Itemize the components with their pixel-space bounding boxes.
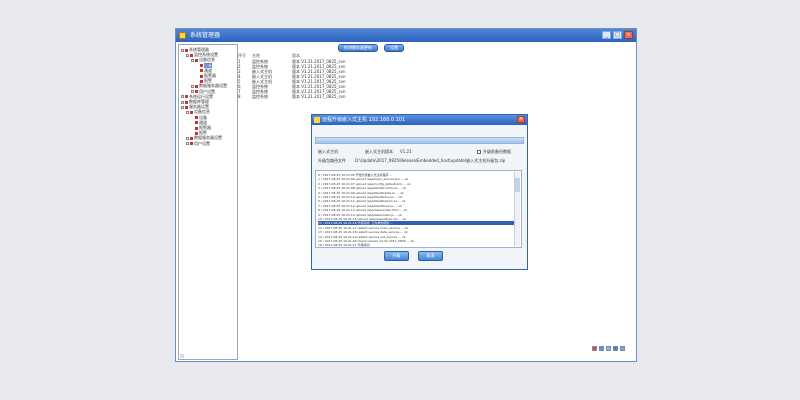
log-line[interactable]: 10 / 2017-08-25 10:21:15 upload /app/www… bbox=[318, 217, 514, 221]
tree-leaf-icon bbox=[196, 75, 199, 78]
navigation-tree[interactable]: 系统管理器 监控系统设置 设备信息 设备 通道 报警器 报警 数据服务器设置 用户设置 系统运行设… bbox=[178, 44, 238, 360]
collapse-icon[interactable] bbox=[191, 58, 194, 62]
log-line[interactable]: 13 / 2017-08-25 10:21:18 restart service… bbox=[318, 230, 514, 234]
field-version-value: V1.21 bbox=[400, 149, 412, 154]
log-scrollbar[interactable] bbox=[514, 172, 520, 246]
log-line[interactable]: 11 / 2017-08-25 10:21:16 升级完成, 正在重启服务 ..… bbox=[318, 221, 514, 226]
collapse-icon[interactable] bbox=[186, 53, 189, 57]
node-icon bbox=[195, 126, 198, 130]
close-button[interactable]: × bbox=[624, 31, 633, 39]
node-icon bbox=[185, 105, 188, 109]
row-name: 监控系统 bbox=[252, 94, 268, 99]
status-icons bbox=[592, 346, 625, 351]
node-icon bbox=[200, 74, 203, 78]
node-icon bbox=[190, 53, 193, 57]
title-bar[interactable]: 系统管理器 _ □ × bbox=[176, 29, 636, 42]
log-line[interactable]: 6 / 2017-08-25 10:21:11 upload /app/libs… bbox=[318, 199, 514, 203]
node-icon bbox=[185, 95, 188, 99]
minimize-button[interactable]: _ bbox=[602, 31, 611, 39]
log-line[interactable]: 1 / 2017-08-25 10:21:06 upload /app/main… bbox=[318, 177, 514, 181]
node-icon bbox=[200, 69, 203, 73]
node-icon bbox=[195, 116, 198, 120]
expand-icon[interactable] bbox=[191, 90, 194, 94]
node-icon bbox=[190, 142, 193, 146]
log-line[interactable]: 15 / 2017-08-25 10:21:20 check version V… bbox=[318, 239, 514, 243]
expand-icon[interactable] bbox=[181, 95, 184, 99]
upgrade-button[interactable]: 升级 bbox=[384, 251, 409, 261]
log-scroll-thumb[interactable] bbox=[515, 178, 520, 192]
status-user-icon[interactable] bbox=[613, 346, 618, 351]
upgrade-log[interactable]: 0 / 2017-08-25 10:21:05 开始升级嵌入式主机程序 ... 1… bbox=[315, 170, 522, 248]
log-line[interactable]: 12 / 2017-08-25 10:21:17 restart service… bbox=[318, 226, 514, 230]
expand-icon[interactable] bbox=[191, 84, 194, 88]
status-volume-icon[interactable] bbox=[606, 346, 611, 351]
tree-item-label: 用户设置 bbox=[194, 140, 210, 146]
collapse-icon[interactable] bbox=[186, 110, 189, 114]
screenshot-frame: 系统管理器 _ □ × 系统管理器 监控系统设置 设备信息 设备 通道 报警器 报警 数据服务… bbox=[0, 0, 800, 400]
collapse-icon[interactable] bbox=[181, 48, 184, 52]
log-line[interactable]: 5 / 2017-08-25 10:21:10 upload /app/libs… bbox=[318, 195, 514, 199]
tree-leaf-icon bbox=[191, 116, 194, 119]
progress-fill bbox=[316, 138, 523, 143]
upgrade-progress-bar bbox=[315, 137, 524, 144]
cancel-button[interactable]: 取消 bbox=[418, 251, 443, 261]
node-icon bbox=[195, 58, 198, 62]
column-header-index: 序号 bbox=[238, 53, 246, 58]
window-controls: _ □ × bbox=[602, 31, 633, 39]
field-device-label: 嵌入式主机 bbox=[318, 149, 338, 154]
backup-checkbox-label: 升级前备份数据 bbox=[483, 149, 511, 154]
path-value[interactable]: D:\Update\2017_0825\Release\Embedded_hos… bbox=[355, 158, 505, 163]
window-title: 系统管理器 bbox=[190, 32, 221, 39]
column-header-name: 名称 bbox=[252, 53, 260, 58]
row-index: 8 bbox=[238, 94, 241, 99]
node-icon bbox=[195, 90, 198, 94]
row-version: 版本 V1.21.2017_0825_svn bbox=[292, 94, 346, 99]
log-line[interactable]: 14 / 2017-08-25 10:21:19 restart service… bbox=[318, 235, 514, 239]
status-alarm-icon[interactable] bbox=[592, 346, 597, 351]
expand-icon[interactable] bbox=[186, 142, 189, 146]
status-network-icon[interactable] bbox=[599, 346, 604, 351]
log-line[interactable]: 7 / 2017-08-25 10:21:12 upload /app/libs… bbox=[318, 204, 514, 208]
expand-icon[interactable] bbox=[181, 100, 184, 104]
field-version-label: 嵌入式主机版本 bbox=[365, 149, 393, 154]
maximize-button[interactable]: □ bbox=[613, 31, 622, 39]
app-logo-icon bbox=[179, 32, 186, 39]
collapse-icon[interactable] bbox=[181, 105, 184, 109]
toolbar: 检测服务器更新 设置 bbox=[242, 44, 633, 53]
tree-scroll-corner bbox=[180, 354, 184, 358]
node-icon bbox=[185, 100, 188, 104]
node-icon bbox=[195, 84, 198, 88]
log-line[interactable]: 3 / 2017-08-25 10:21:08 upload /app/libs… bbox=[318, 186, 514, 190]
log-line[interactable]: 16 / 2017-08-25 10:21:21 升级成功 bbox=[318, 243, 514, 247]
log-line[interactable]: 0 / 2017-08-25 10:21:05 开始升级嵌入式主机程序 ... bbox=[318, 173, 514, 177]
dialog-title: 远程升级嵌入式主机 192.168.0.101 bbox=[322, 117, 406, 123]
node-icon bbox=[195, 121, 198, 125]
dialog-logo-icon bbox=[314, 117, 320, 123]
log-line[interactable]: 4 / 2017-08-25 10:21:09 upload /app/libs… bbox=[318, 191, 514, 195]
node-icon bbox=[190, 110, 193, 114]
tree-leaf-icon bbox=[191, 127, 194, 130]
tree-leaf-icon bbox=[196, 69, 199, 72]
node-icon bbox=[190, 136, 193, 140]
settings-button[interactable]: 设置 bbox=[384, 44, 404, 52]
node-icon bbox=[200, 64, 203, 68]
expand-icon[interactable] bbox=[186, 136, 189, 140]
log-line[interactable]: 8 / 2017-08-25 10:21:13 upload /app/www/… bbox=[318, 208, 514, 212]
tree-leaf-icon bbox=[191, 121, 194, 124]
backup-checkbox[interactable] bbox=[477, 150, 481, 154]
column-header-version: 版本 bbox=[292, 53, 300, 58]
list-header: 序号 名称 版本 bbox=[238, 53, 633, 58]
tree-leaf-icon bbox=[196, 64, 199, 67]
check-update-button[interactable]: 检测服务器更新 bbox=[338, 44, 378, 52]
path-label: 升级包路径文件 bbox=[318, 158, 346, 163]
log-line[interactable]: 2 / 2017-08-25 10:21:07 upload /app/conf… bbox=[318, 182, 514, 186]
node-icon bbox=[185, 48, 188, 52]
dialog-title-bar[interactable]: 远程升级嵌入式主机 192.168.0.101 × bbox=[312, 115, 527, 125]
dialog-close-button[interactable]: × bbox=[517, 116, 525, 123]
tree-item[interactable]: 用户设置 bbox=[186, 141, 210, 146]
status-settings-icon[interactable] bbox=[620, 346, 625, 351]
log-line[interactable]: 9 / 2017-08-25 10:21:14 upload /app/www/… bbox=[318, 213, 514, 217]
